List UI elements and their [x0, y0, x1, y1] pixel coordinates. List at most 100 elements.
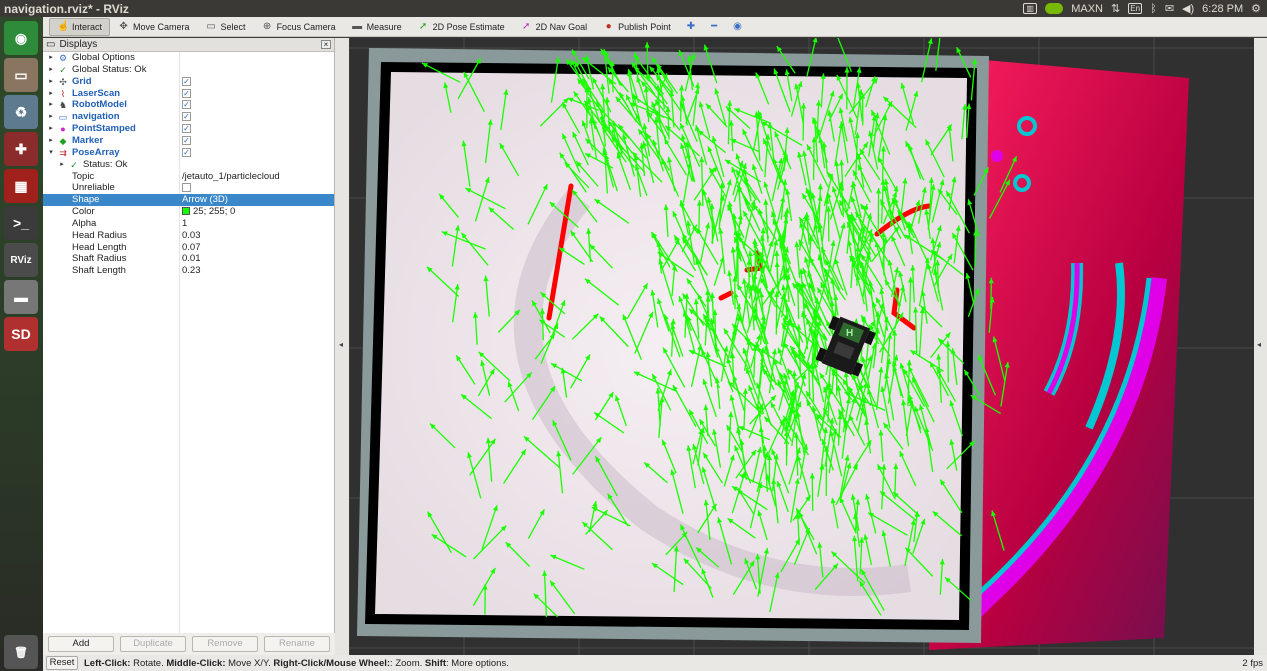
display-row-robotmodel[interactable]: ▸ ♞ RobotModel ✓ [43, 99, 334, 111]
display-row-global-status-ok[interactable]: ▸ ✓ Global Status: Ok [43, 64, 334, 76]
trash-manager-icon[interactable]: ♻ [4, 95, 38, 129]
tool-move-camera[interactable]: ✥ Move Camera [110, 18, 198, 36]
bluetooth-icon[interactable]: ᛒ [1150, 3, 1157, 15]
expand-right-icon[interactable]: ▸ [47, 123, 55, 135]
eye-icon[interactable]: ◉ [725, 18, 750, 36]
focus-camera-icon: ⊕ [262, 20, 272, 32]
enable-checkbox[interactable]: ✓ [182, 124, 191, 134]
add-button[interactable]: Add [48, 636, 114, 652]
left-splitter[interactable]: ◂ [335, 38, 349, 655]
display-row-pointstamped[interactable]: ▸ ● PointStamped ✓ [43, 123, 334, 135]
display-row-shape[interactable]: Shape Arrow (3D) [43, 194, 334, 207]
property-value[interactable]: 0.01 [182, 253, 201, 265]
display-row-global-options[interactable]: ▸ ⚙ Global Options [43, 52, 334, 64]
expand-right-icon[interactable]: ▸ [47, 111, 55, 123]
display-row-label: RobotModel [72, 99, 127, 111]
tool-measure[interactable]: ▬ Measure [344, 18, 410, 36]
property-value[interactable]: 0.07 [182, 242, 201, 254]
display-row-head-radius[interactable]: Head Radius 0.03 [43, 230, 334, 242]
property-value-text: Arrow (3D) [182, 194, 228, 206]
display-row-alpha[interactable]: Alpha 1 [43, 218, 334, 230]
enable-checkbox[interactable]: ✓ [182, 135, 191, 145]
display-row-topic[interactable]: Topic/jetauto_1/particlecloud [43, 171, 334, 183]
particle-arrow [736, 245, 739, 290]
property-value[interactable]: 1 [182, 218, 187, 230]
display-row-unreliable[interactable]: Unreliable [43, 182, 334, 194]
enable-checkbox[interactable]: ✓ [182, 112, 191, 122]
mouse-hint: Left-Click: Rotate. Middle-Click: Move X… [84, 657, 509, 669]
check-icon: ✓ [59, 64, 67, 75]
reset-button[interactable]: Reset [46, 656, 78, 670]
tool-select[interactable]: ▭ Select [198, 18, 254, 36]
collapse-left-icon[interactable]: ◂ [339, 340, 343, 349]
sd-card-icon[interactable]: SD [4, 317, 38, 351]
network-icon[interactable]: ⇅ [1111, 2, 1120, 15]
files-icon[interactable]: ▭ [4, 58, 38, 92]
display-row-shaft-length[interactable]: Shaft Length 0.23 [43, 265, 334, 277]
rename-button[interactable]: Rename [264, 636, 330, 652]
display-row-grid[interactable]: ▸ ✣ Grid ✓ [43, 76, 334, 88]
robot-label: H [846, 328, 853, 339]
trash-icon[interactable]: 🗑 [4, 635, 38, 669]
terminal-icon[interactable]: >_ [4, 206, 38, 240]
minus-icon[interactable]: ━ [703, 18, 725, 36]
property-value[interactable]: /jetauto_1/particlecloud [182, 171, 280, 183]
3d-viewport[interactable]: H [349, 38, 1254, 655]
nvidia-icon[interactable] [1045, 3, 1064, 14]
gear-icon: ⚙ [58, 53, 68, 63]
expand-right-icon[interactable]: ▸ [47, 64, 55, 76]
system-monitor-icon[interactable]: ▦ [4, 169, 38, 203]
enable-checkbox[interactable]: ✓ [182, 147, 191, 157]
display-row-label: Shape [72, 194, 100, 206]
drive-icon[interactable]: ▬ [4, 280, 38, 314]
mail-icon[interactable]: ✉ [1165, 2, 1174, 15]
enable-checkbox[interactable]: ✓ [182, 100, 191, 110]
expand-right-icon[interactable]: ▸ [47, 135, 55, 147]
power-mode-label[interactable]: MAXN [1071, 3, 1103, 15]
expand-right-icon[interactable]: ▸ [58, 159, 66, 171]
settings-icon[interactable]: ✚ [4, 132, 38, 166]
enable-checkbox[interactable] [182, 183, 191, 193]
clock[interactable]: 6:28 PM [1202, 3, 1243, 15]
volume-icon[interactable]: ◀) [1182, 2, 1194, 15]
right-splitter[interactable]: ◂ [1254, 38, 1267, 655]
display-row-head-length[interactable]: Head Length 0.07 [43, 242, 334, 254]
display-row-shaft-radius[interactable]: Shaft Radius 0.01 [43, 253, 334, 265]
expand-right-icon[interactable]: ▸ [47, 99, 55, 111]
rviz-toolbar: ☝ Interact ✥ Move Camera ▭ Select ⊕ Focus Camer… [43, 17, 1267, 37]
display-row-laserscan[interactable]: ▸ ⌇ LaserScan ✓ [43, 88, 334, 100]
display-row-posearray[interactable]: ▾ ⇉ PoseArray ✓ [43, 147, 334, 159]
close-icon[interactable]: × [321, 40, 331, 49]
display-row-marker[interactable]: ▸ ◆ Marker ✓ [43, 135, 334, 147]
collapse-right-icon[interactable]: ◂ [1257, 340, 1261, 349]
ubuntu-home-icon[interactable]: ◉ [4, 21, 38, 55]
expand-right-icon[interactable]: ▸ [47, 52, 55, 64]
property-value-text: 25; 255; 0 [193, 206, 236, 218]
display-icon[interactable]: ▥ [1023, 3, 1038, 14]
fps-counter: 2 fps [1242, 657, 1263, 669]
property-value[interactable]: 25; 255; 0 [182, 206, 235, 218]
property-value[interactable]: 0.03 [182, 230, 201, 242]
display-row-navigation[interactable]: ▸ ▭ navigation ✓ [43, 111, 334, 123]
enable-checkbox[interactable]: ✓ [182, 88, 191, 98]
map-scene[interactable]: H [349, 38, 1254, 655]
plus-icon[interactable]: ✚ [679, 18, 703, 36]
power-gear-icon[interactable]: ⚙ [1251, 2, 1261, 15]
remove-button[interactable]: Remove [192, 636, 258, 652]
property-value[interactable]: 0.23 [182, 265, 201, 277]
expand-right-icon[interactable]: ▸ [47, 88, 55, 100]
tool-publish-point[interactable]: ● Publish Point [595, 18, 679, 36]
display-row-color[interactable]: Color 25; 255; 0 [43, 206, 334, 218]
property-value[interactable]: Arrow (3D) [182, 194, 228, 206]
duplicate-button[interactable]: Duplicate [120, 636, 186, 652]
enable-checkbox[interactable]: ✓ [182, 76, 191, 86]
expand-right-icon[interactable]: ▸ [47, 76, 55, 88]
keyboard-layout[interactable]: En [1128, 3, 1143, 14]
display-row-status-ok[interactable]: ▸ ✓ Status: Ok [43, 159, 334, 171]
expand-down-icon[interactable]: ▾ [47, 147, 55, 159]
tool-2d-pose-estimate[interactable]: ➚ 2D Pose Estimate [410, 18, 513, 36]
tool-2d-nav-goal[interactable]: ➚ 2D Nav Goal [513, 18, 596, 36]
tool-focus-camera[interactable]: ⊕ Focus Camera [254, 18, 344, 36]
rviz-icon[interactable]: RViz [4, 243, 38, 277]
tool-interact[interactable]: ☝ Interact [49, 17, 111, 36]
